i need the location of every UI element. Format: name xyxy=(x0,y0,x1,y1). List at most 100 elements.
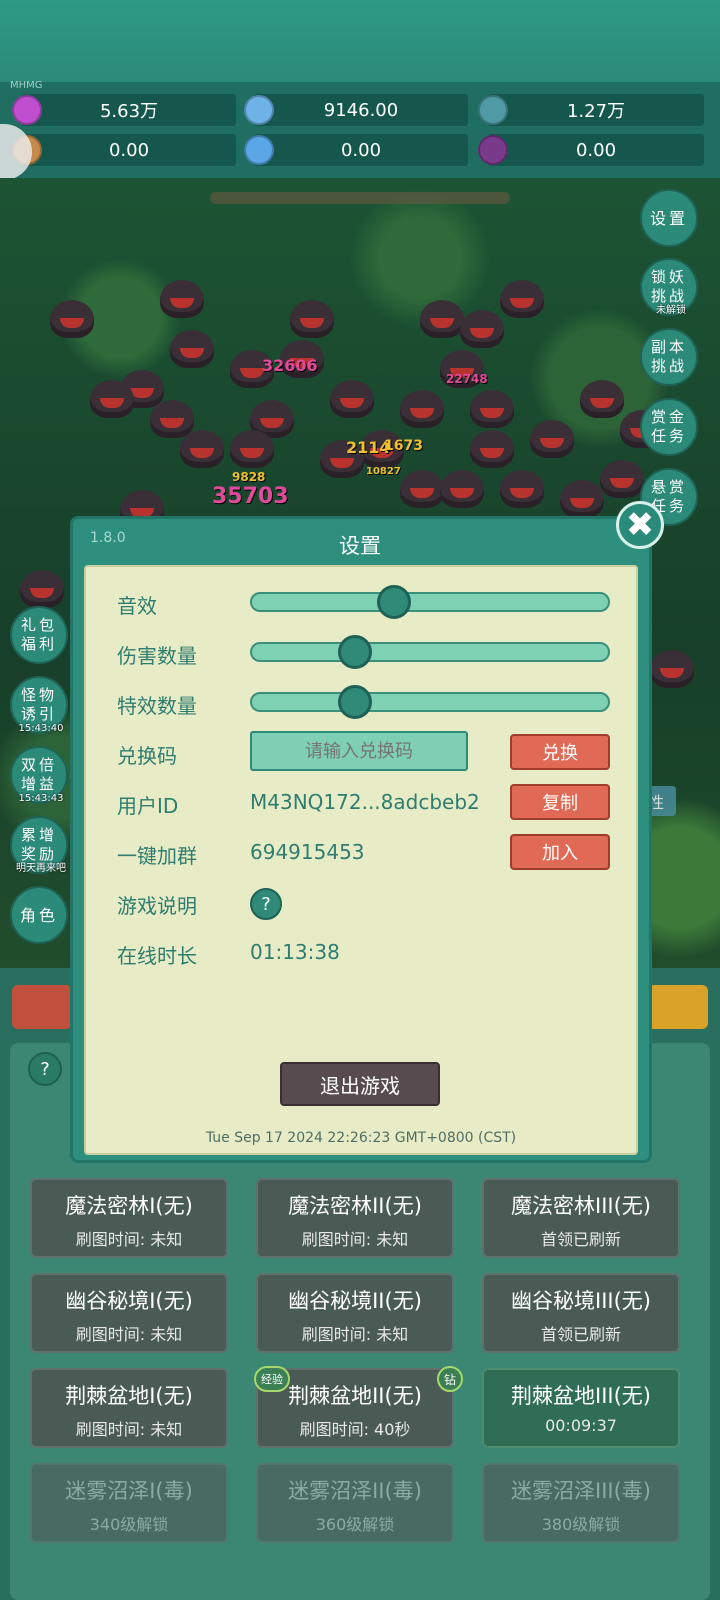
damage-number: 32606 xyxy=(262,356,318,375)
map-tile-name: 荆棘盆地I(无) xyxy=(65,1384,193,1408)
monster-lure-button[interactable]: 怪物诱引 15:43:40 xyxy=(10,676,68,734)
resource-ore: 1.27万 xyxy=(478,94,704,126)
resource-item6-value: 0.00 xyxy=(575,139,617,161)
cumulative-reward-button[interactable]: 累增奖励 明天再来吧 xyxy=(10,816,68,874)
map-tile[interactable]: 幽谷秘境II(无) 刷图时间: 未知 xyxy=(256,1273,454,1353)
map-tile-name: 迷雾沼泽II(毒) xyxy=(288,1479,422,1503)
map-tile[interactable]: 荆棘盆地I(无) 刷图时间: 未知 xyxy=(30,1368,228,1448)
sound-slider-knob[interactable] xyxy=(377,585,411,619)
map-tile-info: 刷图时间: 未知 xyxy=(75,1420,183,1439)
user-id-label: 用户ID xyxy=(117,794,179,818)
monster xyxy=(230,430,274,468)
resource-crystal-value: 9146.00 xyxy=(323,99,399,121)
version-label: 1.8.0 xyxy=(90,530,126,546)
resource-item4-value: 0.00 xyxy=(108,139,150,161)
map-help-icon[interactable]: ? xyxy=(28,1052,62,1086)
damage-number: 1673 xyxy=(384,438,423,454)
online-time-label: 在线时长 xyxy=(117,944,197,968)
monster xyxy=(500,470,544,508)
join-button[interactable]: 加入 xyxy=(510,834,610,870)
join-group-label: 一键加群 xyxy=(117,844,197,868)
bounty-task-button[interactable]: 赏金任务 xyxy=(640,398,698,456)
redeem-button[interactable]: 兑换 xyxy=(510,734,610,770)
monster xyxy=(440,470,484,508)
resource-item6: 0.00 xyxy=(478,134,704,166)
map-tile[interactable]: 幽谷秘境III(无) 首领已刷新 xyxy=(482,1273,680,1353)
effects-count-slider-knob[interactable] xyxy=(338,685,372,719)
map-tile-name: 幽谷秘境III(无) xyxy=(511,1289,651,1313)
map-tile-name: 迷雾沼泽I(毒) xyxy=(65,1479,193,1503)
character-label: 角色 xyxy=(19,905,58,925)
map-tile[interactable]: 迷雾沼泽III(毒) 380级解锁 xyxy=(482,1463,680,1543)
close-icon[interactable]: ✖ xyxy=(616,501,664,549)
monster xyxy=(90,380,134,418)
sound-slider[interactable] xyxy=(250,585,610,619)
diamond-badge: 钻 xyxy=(437,1366,463,1392)
map-tile-info: 340级解锁 xyxy=(89,1515,169,1534)
map-tile[interactable]: 魔法密林III(无) 首领已刷新 xyxy=(482,1178,680,1258)
sound-label: 音效 xyxy=(117,594,157,618)
map-tile-name: 魔法密林II(无) xyxy=(288,1194,422,1218)
map-tile-info: 刷图时间: 未知 xyxy=(301,1230,409,1249)
double-boost-button[interactable]: 双倍增益 15:43:43 xyxy=(10,746,68,804)
game-guide-label: 游戏说明 xyxy=(117,894,197,918)
monster xyxy=(170,330,214,368)
dialog-title: 设置 xyxy=(339,534,381,558)
monster xyxy=(600,460,644,498)
damage-count-slider-knob[interactable] xyxy=(338,635,372,669)
map-tile-name: 幽谷秘境II(无) xyxy=(288,1289,422,1313)
map-tile[interactable]: 魔法密林II(无) 刷图时间: 未知 xyxy=(256,1178,454,1258)
map-tile-info: 380级解锁 xyxy=(541,1515,621,1534)
monster xyxy=(560,480,604,518)
map-tile[interactable]: 幽谷秘境I(无) 刷图时间: 未知 xyxy=(30,1273,228,1353)
resource-gem: 5.63万 xyxy=(12,94,236,126)
damage-number: 9828 xyxy=(232,470,266,484)
lock-demon-status: 未解锁 xyxy=(656,305,686,316)
monster-lure-timer: 15:43:40 xyxy=(18,723,64,734)
damage-number: 22748 xyxy=(446,372,488,386)
effects-count-label: 特效数量 xyxy=(117,694,197,718)
damage-number: 10827 xyxy=(366,466,401,477)
help-icon[interactable]: ? xyxy=(250,888,282,920)
monster xyxy=(180,430,224,468)
lock-demon-challenge-button[interactable]: 锁妖挑战 未解锁 xyxy=(640,258,698,316)
damage-count-slider[interactable] xyxy=(250,635,610,669)
map-tile[interactable]: 魔法密林I(无) 刷图时间: 未知 xyxy=(30,1178,228,1258)
resource-ore-value: 1.27万 xyxy=(566,101,626,122)
crystal-icon xyxy=(244,95,274,125)
map-tile-info: 首领已刷新 xyxy=(540,1230,621,1249)
gift-welfare-button[interactable]: 礼包福利 xyxy=(10,606,68,664)
character-button[interactable]: 角色 xyxy=(10,886,68,944)
map-tile-name: 魔法密林I(无) xyxy=(65,1194,193,1218)
map-tile[interactable]: 荆棘盆地III(无) 00:09:37 xyxy=(482,1368,680,1448)
ore-icon xyxy=(478,95,508,125)
left-action-button[interactable] xyxy=(12,985,72,1029)
monster xyxy=(400,470,444,508)
redeem-code-label: 兑换码 xyxy=(117,744,177,768)
quit-game-button[interactable]: 退出游戏 xyxy=(280,1062,440,1106)
double-boost-timer: 15:43:43 xyxy=(18,793,64,804)
resource-gem-value: 5.63万 xyxy=(99,101,159,122)
copy-button[interactable]: 复制 xyxy=(510,784,610,820)
map-tile-name: 幽谷秘境I(无) xyxy=(65,1289,193,1313)
monster xyxy=(530,420,574,458)
map-tile-name: 荆棘盆地III(无) xyxy=(511,1384,651,1408)
map-tile-info: 刷图时间: 未知 xyxy=(301,1325,409,1344)
monster xyxy=(50,300,94,338)
settings-button[interactable]: 设置 xyxy=(640,189,698,247)
damage-count-label: 伤害数量 xyxy=(117,644,197,668)
monster xyxy=(20,570,64,608)
exp-badge: 经验 xyxy=(254,1366,290,1392)
damage-number: 35703 xyxy=(212,484,289,509)
effects-count-slider[interactable] xyxy=(250,685,610,719)
gem-icon xyxy=(12,95,42,125)
map-tile[interactable]: 迷雾沼泽I(毒) 340级解锁 xyxy=(30,1463,228,1543)
right-action-button[interactable] xyxy=(648,985,708,1029)
dungeon-challenge-button[interactable]: 副本挑战 xyxy=(640,328,698,386)
monster xyxy=(580,380,624,418)
gift-label: 礼包福利 xyxy=(20,616,57,653)
redeem-code-input[interactable] xyxy=(250,731,468,771)
map-tile[interactable]: 迷雾沼泽II(毒) 360级解锁 xyxy=(256,1463,454,1543)
dungeon-label: 副本挑战 xyxy=(650,338,687,375)
map-tile-name: 迷雾沼泽III(毒) xyxy=(511,1479,651,1503)
